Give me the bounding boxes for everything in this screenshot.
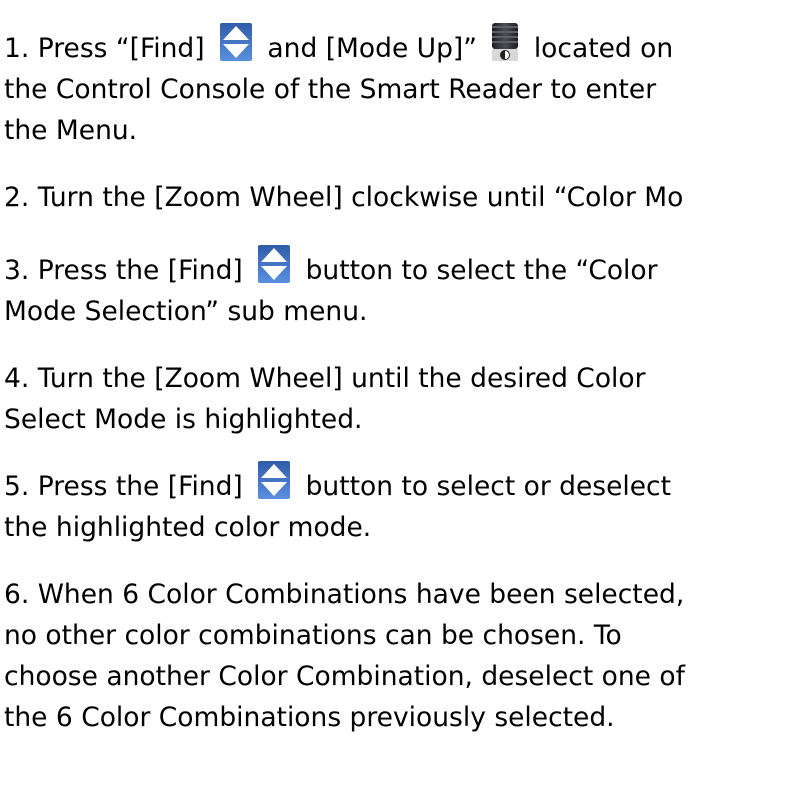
step-5-text-a: 5. Press the [Find] [4, 471, 252, 502]
step-6-line-1: 6. When 6 Color Combinations have been s… [4, 579, 685, 610]
step-6-line-3: choose another Color Combination, desele… [4, 661, 685, 692]
step-4-line-1: 4. Turn the [Zoom Wheel] until the desir… [4, 363, 646, 394]
instruction-document: 1. Press “[Find] and [Mode Up]” located … [4, 22, 791, 738]
step-4: 4. Turn the [Zoom Wheel] until the desir… [4, 358, 791, 440]
step-3-text-b: button to select the “Color [297, 255, 658, 286]
step-6: 6. When 6 Color Combinations have been s… [4, 574, 791, 738]
step-3-text-a: 3. Press the [Find] [4, 255, 252, 286]
step-5-line-2: the highlighted color mode. [4, 512, 372, 543]
step-6-line-2: no other color combinations can be chose… [4, 620, 622, 651]
step-3-line-2: Mode Selection” sub menu. [4, 296, 368, 327]
step-1-line-3: the Menu. [4, 115, 138, 146]
step-1-line-2: the Control Console of the Smart Reader … [4, 74, 657, 105]
step-1-text-c: located on [525, 33, 674, 64]
step-5-text-b: button to select or deselect [297, 471, 672, 502]
step-1-text-b: and [Mode Up]” [259, 33, 486, 64]
step-1: 1. Press “[Find] and [Mode Up]” located … [4, 22, 791, 151]
mode-up-button-icon [491, 22, 519, 62]
step-5: 5. Press the [Find] button to select or … [4, 460, 791, 548]
step-2-line-1: 2. Turn the [Zoom Wheel] clockwise until… [4, 182, 684, 213]
step-1-text-a: 1. Press “[Find] [4, 33, 213, 64]
find-button-icon [257, 460, 291, 500]
step-1-line-1: 1. Press “[Find] and [Mode Up]” located … [4, 22, 791, 69]
find-button-icon [257, 244, 291, 284]
find-button-icon [219, 22, 253, 62]
step-3-line-1: 3. Press the [Find] button to select the… [4, 244, 791, 291]
step-6-line-4: the 6 Color Combinations previously sele… [4, 702, 615, 733]
step-3: 3. Press the [Find] button to select the… [4, 244, 791, 332]
step-5-line-1: 5. Press the [Find] button to select or … [4, 460, 791, 507]
step-4-line-2: Select Mode is highlighted. [4, 404, 363, 435]
